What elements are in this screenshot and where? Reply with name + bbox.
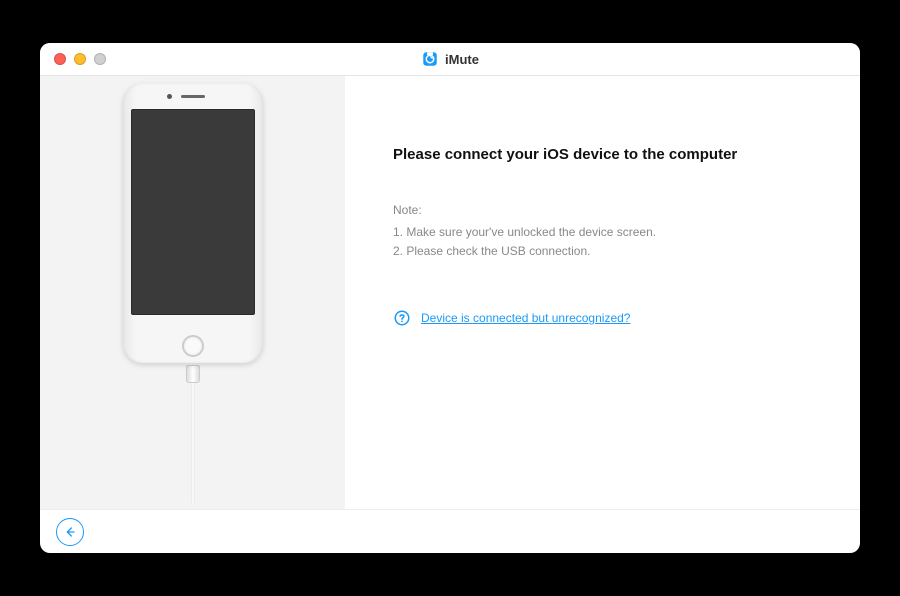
footer <box>40 509 860 553</box>
note-line-2: 2. Please check the USB connection. <box>393 242 824 261</box>
instruction-heading: Please connect your iOS device to the co… <box>393 146 824 163</box>
phone-illustration <box>113 83 273 503</box>
minimize-window-button[interactable] <box>74 53 86 65</box>
app-icon <box>421 50 439 68</box>
cable-connector-icon <box>186 365 200 383</box>
title-center: iMute <box>421 50 479 68</box>
note-label: Note: <box>393 203 824 217</box>
arrow-left-icon <box>62 524 78 540</box>
phone-speaker-icon <box>181 95 205 98</box>
instruction-pane: Please connect your iOS device to the co… <box>345 76 860 509</box>
note-line-1: 1. Make sure your've unlocked the device… <box>393 223 824 242</box>
help-icon <box>393 309 411 327</box>
help-row: Device is connected but unrecognized? <box>393 309 824 327</box>
content-area: Please connect your iOS device to the co… <box>40 76 860 509</box>
close-window-button[interactable] <box>54 53 66 65</box>
back-button[interactable] <box>56 518 84 546</box>
help-link-unrecognized[interactable]: Device is connected but unrecognized? <box>421 311 630 325</box>
phone-home-button-icon <box>182 335 204 357</box>
app-title: iMute <box>445 52 479 67</box>
cable-illustration <box>186 365 200 503</box>
phone-body <box>123 83 263 363</box>
phone-screen <box>131 109 255 315</box>
phone-camera-icon <box>167 94 172 99</box>
titlebar: iMute <box>40 43 860 76</box>
device-illustration-pane <box>40 76 345 509</box>
maximize-window-button[interactable] <box>94 53 106 65</box>
window-controls <box>40 53 106 65</box>
cable-wire-icon <box>191 383 195 503</box>
app-window: iMute Please connect your iOS device to … <box>40 43 860 553</box>
